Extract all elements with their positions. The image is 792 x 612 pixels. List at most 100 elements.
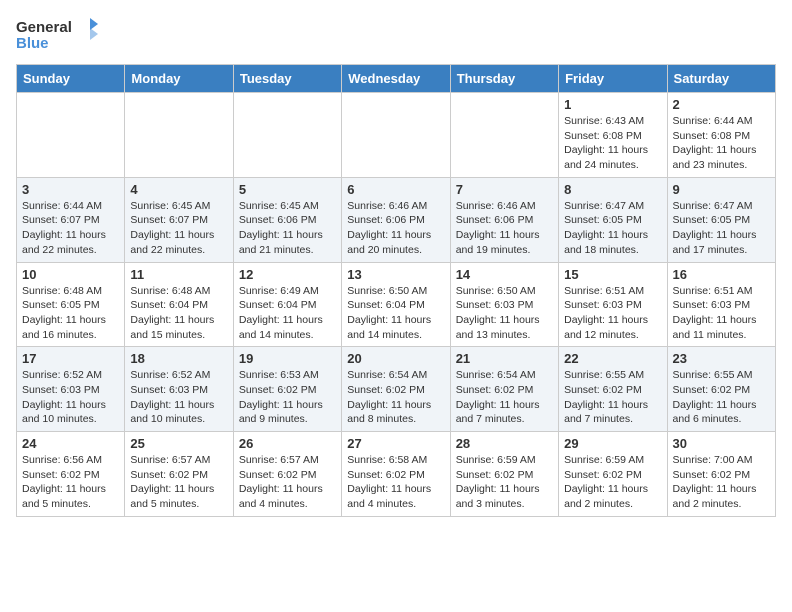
calendar-week-row: 3 Sunrise: 6:44 AM Sunset: 6:07 PM Daylig… <box>17 177 776 262</box>
day-number: 6 <box>347 182 444 197</box>
calendar-day-cell: 17 Sunrise: 6:52 AM Sunset: 6:03 PM Dayli… <box>17 347 125 432</box>
day-number: 8 <box>564 182 661 197</box>
day-info: Sunrise: 6:54 AM Sunset: 6:02 PM Dayligh… <box>347 368 444 427</box>
calendar-week-row: 17 Sunrise: 6:52 AM Sunset: 6:03 PM Dayli… <box>17 347 776 432</box>
calendar-day-cell: 1 Sunrise: 6:43 AM Sunset: 6:08 PM Daylig… <box>559 93 667 178</box>
calendar-week-row: 10 Sunrise: 6:48 AM Sunset: 6:05 PM Dayli… <box>17 262 776 347</box>
calendar-day-cell: 5 Sunrise: 6:45 AM Sunset: 6:06 PM Daylig… <box>233 177 341 262</box>
calendar-day-cell: 27 Sunrise: 6:58 AM Sunset: 6:02 PM Dayli… <box>342 432 450 517</box>
calendar-day-header: Thursday <box>450 65 558 93</box>
day-number: 23 <box>673 351 770 366</box>
day-info: Sunrise: 6:45 AM Sunset: 6:07 PM Dayligh… <box>130 199 227 258</box>
day-number: 5 <box>239 182 336 197</box>
calendar: SundayMondayTuesdayWednesdayThursdayFrid… <box>16 64 776 517</box>
day-info: Sunrise: 6:43 AM Sunset: 6:08 PM Dayligh… <box>564 114 661 173</box>
day-info: Sunrise: 6:51 AM Sunset: 6:03 PM Dayligh… <box>564 284 661 343</box>
svg-text:Blue: Blue <box>16 35 49 52</box>
day-info: Sunrise: 6:52 AM Sunset: 6:03 PM Dayligh… <box>22 368 119 427</box>
day-info: Sunrise: 6:44 AM Sunset: 6:07 PM Dayligh… <box>22 199 119 258</box>
calendar-day-cell: 15 Sunrise: 6:51 AM Sunset: 6:03 PM Dayli… <box>559 262 667 347</box>
calendar-day-cell: 16 Sunrise: 6:51 AM Sunset: 6:03 PM Dayli… <box>667 262 775 347</box>
calendar-day-cell: 24 Sunrise: 6:56 AM Sunset: 6:02 PM Dayli… <box>17 432 125 517</box>
calendar-day-cell <box>233 93 341 178</box>
calendar-day-cell: 6 Sunrise: 6:46 AM Sunset: 6:06 PM Daylig… <box>342 177 450 262</box>
day-number: 26 <box>239 436 336 451</box>
day-number: 20 <box>347 351 444 366</box>
day-info: Sunrise: 6:46 AM Sunset: 6:06 PM Dayligh… <box>347 199 444 258</box>
calendar-day-header: Sunday <box>17 65 125 93</box>
day-info: Sunrise: 6:50 AM Sunset: 6:04 PM Dayligh… <box>347 284 444 343</box>
day-info: Sunrise: 6:57 AM Sunset: 6:02 PM Dayligh… <box>130 453 227 512</box>
day-number: 7 <box>456 182 553 197</box>
day-info: Sunrise: 6:57 AM Sunset: 6:02 PM Dayligh… <box>239 453 336 512</box>
calendar-day-header: Saturday <box>667 65 775 93</box>
day-info: Sunrise: 6:49 AM Sunset: 6:04 PM Dayligh… <box>239 284 336 343</box>
day-info: Sunrise: 6:48 AM Sunset: 6:05 PM Dayligh… <box>22 284 119 343</box>
day-number: 2 <box>673 97 770 112</box>
calendar-day-cell: 23Sunrise: 6:55 AM Sunset: 6:02 PM Dayli… <box>667 347 775 432</box>
logo: General Blue <box>16 16 106 52</box>
day-info: Sunrise: 6:46 AM Sunset: 6:06 PM Dayligh… <box>456 199 553 258</box>
day-number: 17 <box>22 351 119 366</box>
calendar-day-header: Tuesday <box>233 65 341 93</box>
day-info: Sunrise: 6:58 AM Sunset: 6:02 PM Dayligh… <box>347 453 444 512</box>
calendar-day-cell: 11 Sunrise: 6:48 AM Sunset: 6:04 PM Dayli… <box>125 262 233 347</box>
calendar-day-cell: 29Sunrise: 6:59 AM Sunset: 6:02 PM Dayli… <box>559 432 667 517</box>
calendar-day-cell: 19 Sunrise: 6:53 AM Sunset: 6:02 PM Dayli… <box>233 347 341 432</box>
day-info: Sunrise: 6:47 AM Sunset: 6:05 PM Dayligh… <box>673 199 770 258</box>
calendar-week-row: 1 Sunrise: 6:43 AM Sunset: 6:08 PM Daylig… <box>17 93 776 178</box>
day-number: 4 <box>130 182 227 197</box>
calendar-day-cell: 22Sunrise: 6:55 AM Sunset: 6:02 PM Dayli… <box>559 347 667 432</box>
day-number: 18 <box>130 351 227 366</box>
day-info: Sunrise: 6:59 AM Sunset: 6:02 PM Dayligh… <box>456 453 553 512</box>
day-info: Sunrise: 6:48 AM Sunset: 6:04 PM Dayligh… <box>130 284 227 343</box>
calendar-day-header: Friday <box>559 65 667 93</box>
day-info: Sunrise: 6:54 AM Sunset: 6:02 PM Dayligh… <box>456 368 553 427</box>
day-info: Sunrise: 6:53 AM Sunset: 6:02 PM Dayligh… <box>239 368 336 427</box>
calendar-day-cell: 7 Sunrise: 6:46 AM Sunset: 6:06 PM Daylig… <box>450 177 558 262</box>
day-number: 27 <box>347 436 444 451</box>
calendar-day-cell: 13 Sunrise: 6:50 AM Sunset: 6:04 PM Dayli… <box>342 262 450 347</box>
day-info: Sunrise: 6:51 AM Sunset: 6:03 PM Dayligh… <box>673 284 770 343</box>
day-info: Sunrise: 6:50 AM Sunset: 6:03 PM Dayligh… <box>456 284 553 343</box>
calendar-day-cell: 14 Sunrise: 6:50 AM Sunset: 6:03 PM Dayli… <box>450 262 558 347</box>
day-info: Sunrise: 6:55 AM Sunset: 6:02 PM Dayligh… <box>564 368 661 427</box>
day-number: 15 <box>564 267 661 282</box>
day-number: 11 <box>130 267 227 282</box>
day-number: 10 <box>22 267 119 282</box>
day-number: 9 <box>673 182 770 197</box>
calendar-day-cell: 20 Sunrise: 6:54 AM Sunset: 6:02 PM Dayli… <box>342 347 450 432</box>
day-number: 21 <box>456 351 553 366</box>
day-number: 13 <box>347 267 444 282</box>
day-number: 14 <box>456 267 553 282</box>
calendar-day-cell: 3 Sunrise: 6:44 AM Sunset: 6:07 PM Daylig… <box>17 177 125 262</box>
day-info: Sunrise: 6:59 AM Sunset: 6:02 PM Dayligh… <box>564 453 661 512</box>
calendar-day-cell: 12Sunrise: 6:49 AM Sunset: 6:04 PM Dayli… <box>233 262 341 347</box>
calendar-day-cell <box>17 93 125 178</box>
calendar-week-row: 24 Sunrise: 6:56 AM Sunset: 6:02 PM Dayli… <box>17 432 776 517</box>
calendar-day-header: Wednesday <box>342 65 450 93</box>
day-number: 3 <box>22 182 119 197</box>
calendar-day-cell: 25 Sunrise: 6:57 AM Sunset: 6:02 PM Dayli… <box>125 432 233 517</box>
calendar-day-cell: 10 Sunrise: 6:48 AM Sunset: 6:05 PM Dayli… <box>17 262 125 347</box>
calendar-day-cell <box>450 93 558 178</box>
logo-svg: General Blue <box>16 16 106 52</box>
header: General Blue <box>16 16 776 52</box>
calendar-day-cell: 8 Sunrise: 6:47 AM Sunset: 6:05 PM Daylig… <box>559 177 667 262</box>
day-info: Sunrise: 6:47 AM Sunset: 6:05 PM Dayligh… <box>564 199 661 258</box>
day-number: 24 <box>22 436 119 451</box>
calendar-day-cell: 18Sunrise: 6:52 AM Sunset: 6:03 PM Dayli… <box>125 347 233 432</box>
day-number: 1 <box>564 97 661 112</box>
svg-text:General: General <box>16 19 72 36</box>
calendar-day-cell: 4 Sunrise: 6:45 AM Sunset: 6:07 PM Daylig… <box>125 177 233 262</box>
calendar-day-cell: 9 Sunrise: 6:47 AM Sunset: 6:05 PM Daylig… <box>667 177 775 262</box>
day-number: 25 <box>130 436 227 451</box>
calendar-day-cell: 28Sunrise: 6:59 AM Sunset: 6:02 PM Dayli… <box>450 432 558 517</box>
day-info: Sunrise: 6:56 AM Sunset: 6:02 PM Dayligh… <box>22 453 119 512</box>
calendar-day-header: Monday <box>125 65 233 93</box>
day-number: 16 <box>673 267 770 282</box>
day-info: Sunrise: 6:45 AM Sunset: 6:06 PM Dayligh… <box>239 199 336 258</box>
calendar-day-cell: 2Sunrise: 6:44 AM Sunset: 6:08 PM Daylig… <box>667 93 775 178</box>
day-number: 19 <box>239 351 336 366</box>
day-info: Sunrise: 7:00 AM Sunset: 6:02 PM Dayligh… <box>673 453 770 512</box>
